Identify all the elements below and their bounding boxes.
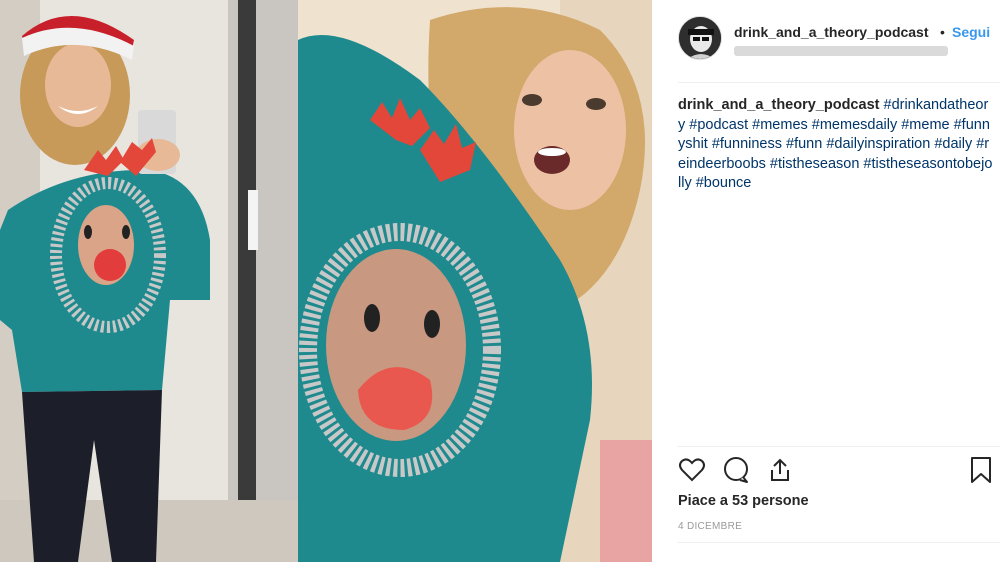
share-icon[interactable] [766, 456, 794, 489]
separator-dot: • [940, 24, 945, 40]
footer-divider [678, 542, 1000, 543]
post-header: drink_and_a_theory_podcast • Segui [678, 16, 1000, 66]
header-divider [678, 82, 1000, 83]
caption-username[interactable]: drink_and_a_theory_podcast [678, 97, 879, 113]
avatar[interactable] [678, 16, 722, 60]
bookmark-icon[interactable] [968, 456, 994, 489]
post-photo[interactable] [0, 0, 652, 562]
actions-divider [678, 446, 1000, 447]
heart-icon[interactable] [678, 456, 706, 489]
post-date: 4 DICEMBRE [678, 521, 743, 532]
action-bar [678, 456, 994, 486]
username-link[interactable]: drink_and_a_theory_podcast [734, 24, 938, 40]
caption: drink_and_a_theory_podcast #drinkandathe… [678, 96, 993, 194]
reindeer-sweater-photo [0, 0, 652, 562]
follow-button[interactable]: Segui [952, 24, 990, 40]
avatar-image [679, 17, 721, 59]
post-sidebar: drink_and_a_theory_podcast • Segui drink… [652, 0, 1000, 562]
likes-count[interactable]: Piace a 53 persone [678, 493, 809, 509]
location-placeholder [734, 46, 948, 56]
comment-icon[interactable] [722, 456, 750, 489]
